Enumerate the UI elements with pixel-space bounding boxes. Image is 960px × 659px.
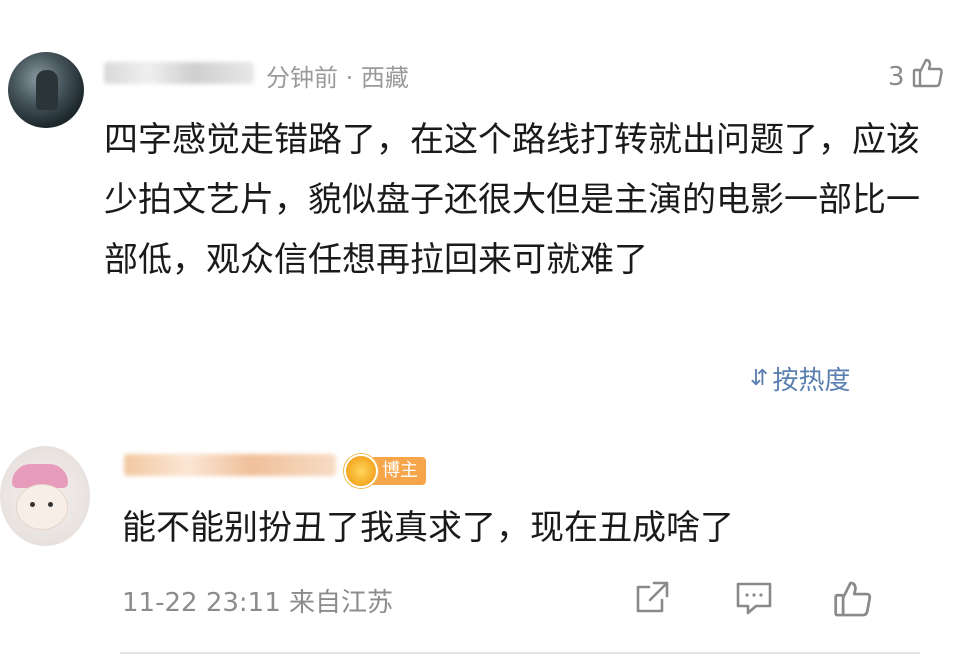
- sort-arrows-icon: ⇵: [750, 366, 768, 391]
- comment-time-location: 分钟前 · 西藏: [266, 64, 409, 92]
- comment-like-button[interactable]: 3: [888, 56, 945, 97]
- thumbs-up-icon: [911, 56, 945, 97]
- blurred-username[interactable]: [104, 62, 254, 84]
- badge-label: 博主: [370, 457, 426, 485]
- sort-button[interactable]: ⇵ 按热度: [750, 360, 850, 397]
- badge-emblem-icon: [344, 454, 378, 488]
- author-badge: 博主: [344, 454, 426, 488]
- sort-label: 按热度: [772, 366, 851, 396]
- avatar[interactable]: [0, 446, 90, 546]
- avatar[interactable]: [8, 52, 84, 128]
- blurred-username[interactable]: [124, 454, 336, 476]
- like-count: 3: [888, 61, 905, 92]
- divider: [120, 652, 920, 654]
- share-button[interactable]: [632, 578, 672, 622]
- thumbs-up-icon: [832, 581, 874, 624]
- reply-like-button[interactable]: [832, 578, 874, 624]
- reply-time-location: 11-22 23:11 来自江苏: [122, 588, 394, 618]
- comment-button[interactable]: [734, 578, 774, 622]
- share-icon: [632, 581, 672, 622]
- comment-text: 四字感觉走错路了，在这个路线打转就出问题了，应该少拍文艺片，貌似盘子还很大但是主…: [104, 120, 920, 280]
- comment-icon: [734, 582, 774, 622]
- reply-text: 能不能别扮丑了我真求了，现在丑成啥了: [122, 508, 734, 548]
